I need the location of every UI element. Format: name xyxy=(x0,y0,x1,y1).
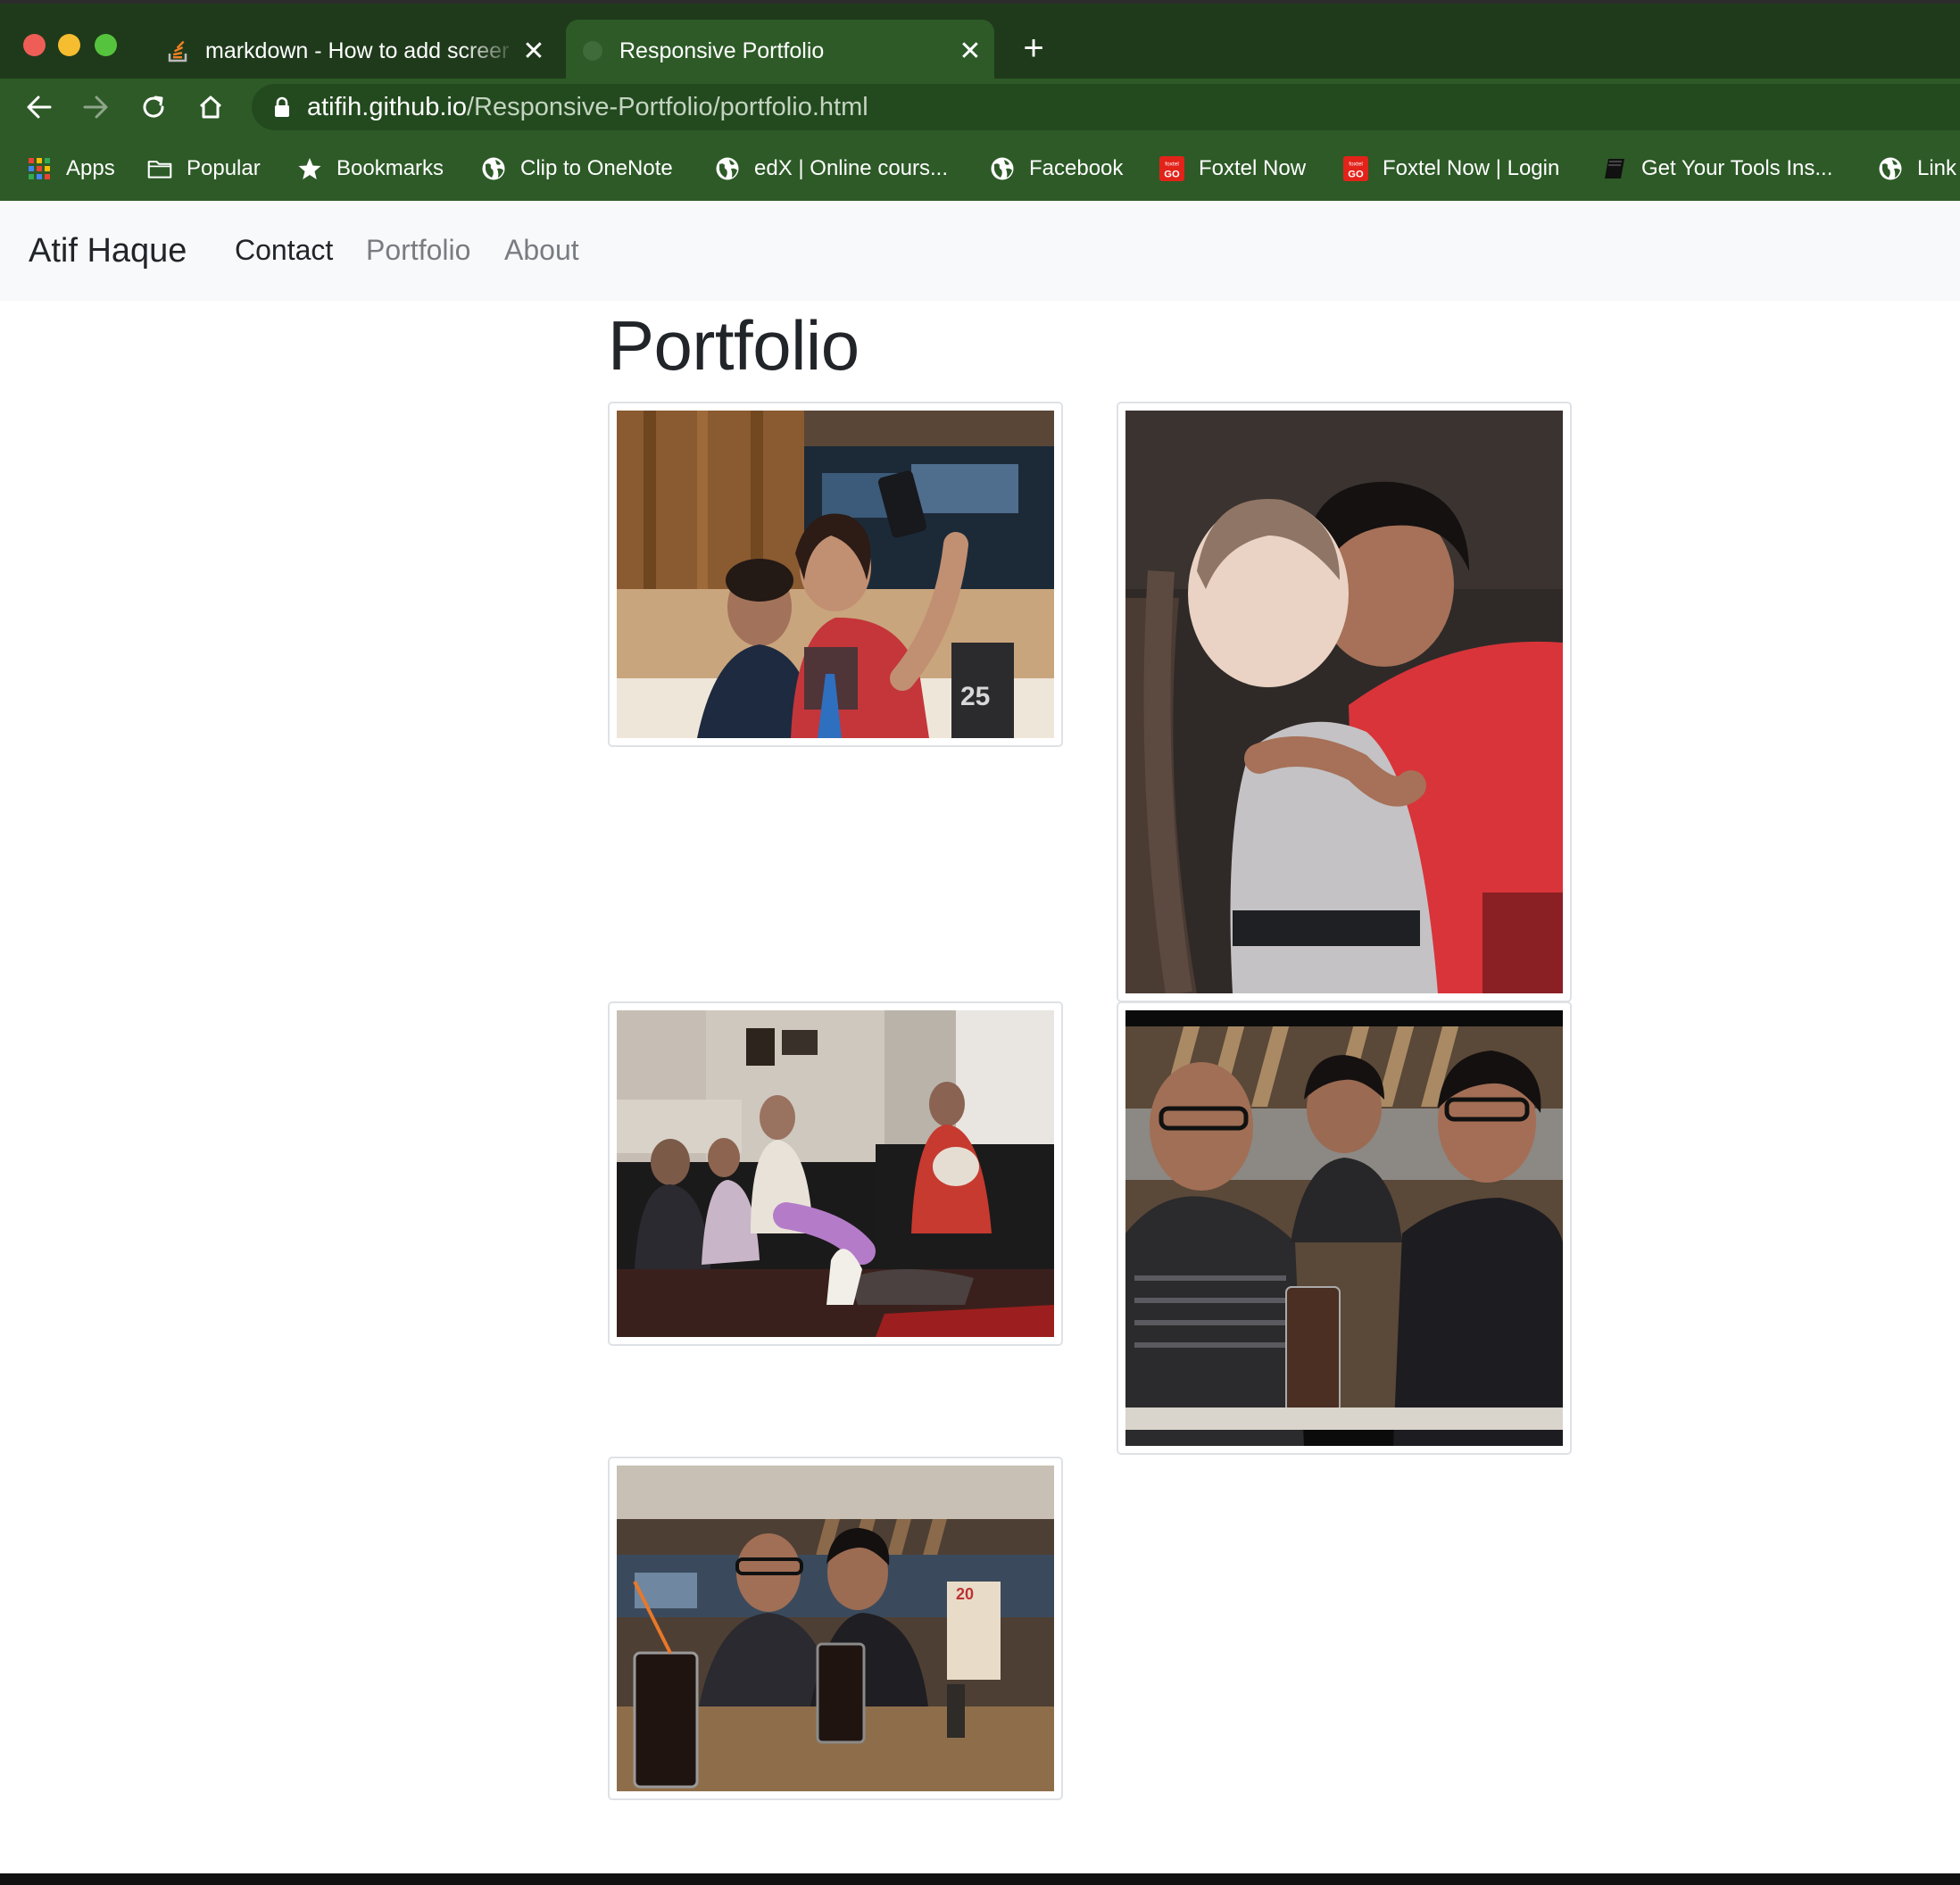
photo-boy-with-baby xyxy=(1125,411,1563,993)
close-window-button[interactable] xyxy=(23,34,46,56)
bookmark-label: Apps xyxy=(66,155,115,180)
book-icon xyxy=(1602,156,1627,181)
forward-icon[interactable] xyxy=(76,87,115,127)
nav-link-portfolio[interactable]: Portfolio xyxy=(366,234,470,267)
portfolio-photo-3[interactable] xyxy=(608,1001,1063,1346)
bookmark-label: Popular xyxy=(187,155,261,180)
portfolio-photo-5[interactable]: 20 xyxy=(608,1457,1063,1800)
bookmark-label: Foxtel Now xyxy=(1199,155,1307,180)
maximize-window-button[interactable] xyxy=(95,34,117,56)
site-navbar: Atif Haque Contact Portfolio About xyxy=(0,201,1960,301)
new-tab-button[interactable]: + xyxy=(1016,30,1051,66)
globe-icon xyxy=(582,40,603,62)
page-title: Portfolio xyxy=(608,306,860,385)
tab-close-icon[interactable]: ✕ xyxy=(955,36,985,66)
foxtel-go-icon: foxtel GO xyxy=(1159,155,1184,181)
svg-text:25: 25 xyxy=(960,682,990,711)
photo-selfie-restaurant: 25 xyxy=(617,411,1054,738)
globe-icon xyxy=(715,156,740,181)
browser-toolbar: atifih.github.io/Responsive-Portfolio/po… xyxy=(0,79,1960,136)
bookmark-foxtel-now-login[interactable]: foxtel GO Foxtel Now | Login xyxy=(1343,136,1559,201)
address-bar[interactable]: atifih.github.io/Responsive-Portfolio/po… xyxy=(252,84,1960,130)
bookmark-foxtel-now[interactable]: foxtel GO Foxtel Now xyxy=(1159,136,1306,201)
tab-markdown[interactable]: markdown - How to add screer ✕ xyxy=(152,20,558,82)
folder-icon xyxy=(147,156,172,181)
lock-icon xyxy=(275,96,289,117)
window-bottom-edge xyxy=(0,1873,1960,1885)
photo-three-people-restaurant xyxy=(1125,1010,1563,1446)
bookmark-link[interactable]: Link xyxy=(1878,136,1956,201)
portfolio-photo-4[interactable] xyxy=(1117,1001,1572,1455)
globe-icon xyxy=(1878,156,1903,181)
nav-link-about[interactable]: About xyxy=(504,234,579,267)
bookmark-clip-to-onenote[interactable]: Clip to OneNote xyxy=(481,136,673,201)
home-icon[interactable] xyxy=(191,87,230,127)
bookmark-apps[interactable]: Apps xyxy=(27,136,115,201)
svg-text:GO: GO xyxy=(1348,169,1364,179)
bookmark-facebook[interactable]: Facebook xyxy=(990,136,1123,201)
bookmark-label: Facebook xyxy=(1029,155,1124,180)
bookmark-label: Link xyxy=(1917,155,1957,180)
tab-title: Responsive Portfolio xyxy=(619,37,825,63)
bookmark-label: edX | Online cours... xyxy=(754,155,949,180)
photo-two-men-restaurant: 20 xyxy=(617,1466,1054,1791)
nav-link-contact[interactable]: Contact xyxy=(235,234,333,267)
star-icon xyxy=(297,156,322,181)
foxtel-go-icon: foxtel GO xyxy=(1343,155,1368,181)
reload-icon[interactable] xyxy=(134,87,173,127)
tab-title: markdown - How to add screer xyxy=(205,37,510,63)
photo-family-living-room xyxy=(617,1010,1054,1337)
tab-close-icon[interactable]: ✕ xyxy=(519,36,549,66)
portfolio-photo-2[interactable] xyxy=(1117,402,1572,1002)
apps-grid-icon xyxy=(27,156,52,181)
bookmarks-bar: Apps Popular Bookmarks Clip to OneNote e… xyxy=(0,136,1960,201)
svg-text:foxtel: foxtel xyxy=(1165,161,1179,167)
bookmark-popular[interactable]: Popular xyxy=(147,136,261,201)
navbar-brand[interactable]: Atif Haque xyxy=(29,232,187,270)
tab-strip: markdown - How to add screer ✕ Responsiv… xyxy=(0,4,1960,82)
bookmark-bookmarks[interactable]: Bookmarks xyxy=(297,136,444,201)
browser-chrome: markdown - How to add screer ✕ Responsiv… xyxy=(0,0,1960,201)
bookmark-edx[interactable]: edX | Online cours... xyxy=(715,136,948,201)
bookmark-label: Clip to OneNote xyxy=(520,155,673,180)
page-viewport: Atif Haque Contact Portfolio About Portf… xyxy=(0,201,1960,1873)
bookmark-label: Get Your Tools Ins... xyxy=(1641,155,1833,180)
bookmark-label: Bookmarks xyxy=(336,155,444,180)
back-icon[interactable] xyxy=(20,87,59,127)
svg-text:foxtel: foxtel xyxy=(1349,161,1363,167)
bookmark-get-your-tools[interactable]: Get Your Tools Ins... xyxy=(1602,136,1832,201)
svg-text:20: 20 xyxy=(956,1585,974,1603)
url-host: atifih.github.io xyxy=(307,92,467,121)
portfolio-photo-1[interactable]: 25 xyxy=(608,402,1063,747)
tab-responsive-portfolio[interactable]: Responsive Portfolio ✕ xyxy=(566,20,994,82)
stackoverflow-icon xyxy=(168,40,189,62)
bookmark-label: Foxtel Now | Login xyxy=(1383,155,1560,180)
minimize-window-button[interactable] xyxy=(58,34,80,56)
globe-icon xyxy=(481,156,506,181)
url-path: /Responsive-Portfolio/portfolio.html xyxy=(466,92,868,121)
globe-icon xyxy=(990,156,1015,181)
svg-text:GO: GO xyxy=(1164,169,1180,179)
